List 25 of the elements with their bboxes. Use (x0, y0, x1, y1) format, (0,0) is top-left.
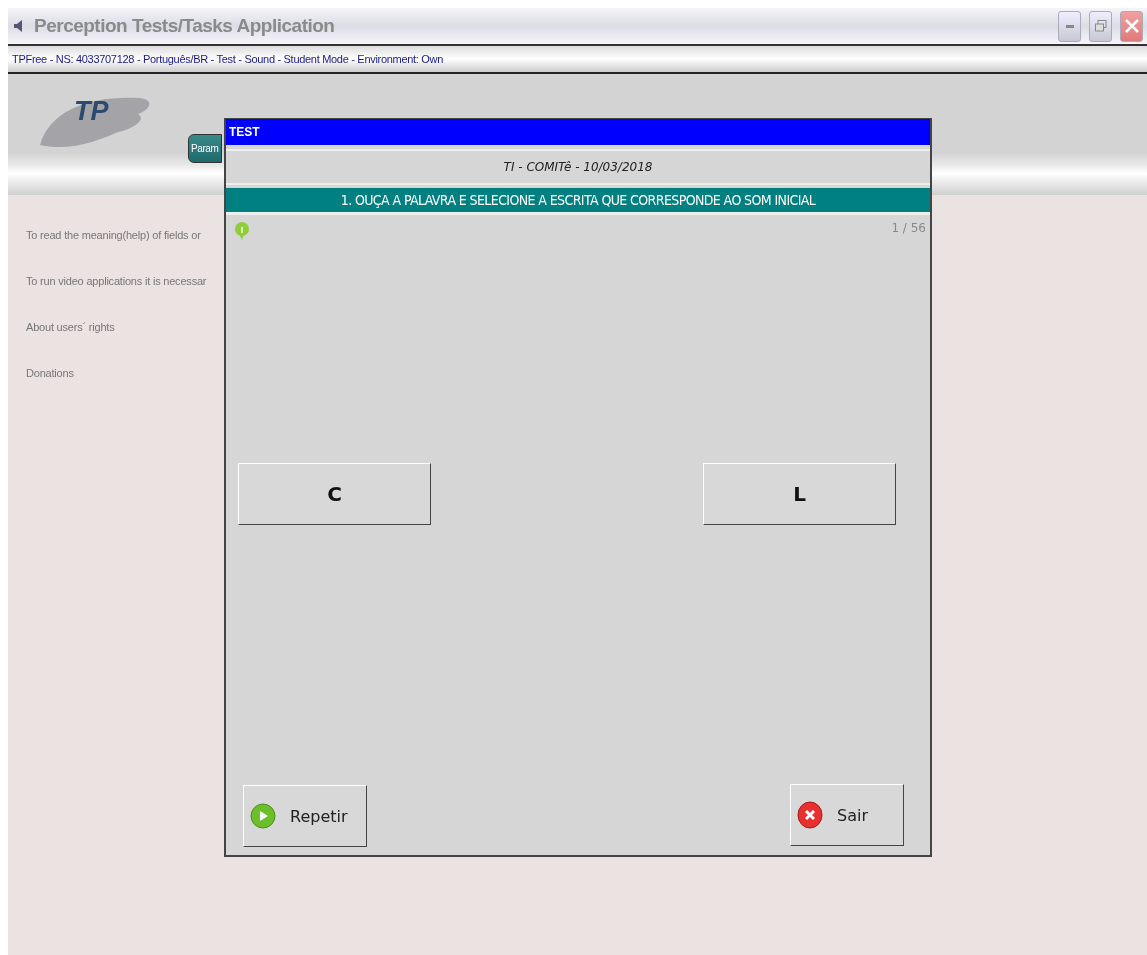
help-link[interactable]: To run video applications it is necessar (26, 273, 224, 290)
tab[interactable]: Param (188, 134, 222, 163)
help-link[interactable]: To read the meaning(help) of fields or (26, 227, 224, 244)
restore-icon (1094, 20, 1107, 32)
info-icon (234, 221, 250, 241)
help-link[interactable]: About users´ rights (26, 319, 224, 336)
exit-button[interactable]: Sair (790, 784, 904, 846)
question-text: 1. OUÇA A PALAVRA E SELECIONE A ESCRITA QUE CORRESPONDE AO SOM INICIAL (226, 188, 930, 215)
close-button[interactable] (1120, 10, 1143, 42)
minimize-icon (1065, 24, 1074, 28)
close-icon (797, 801, 823, 829)
play-icon (250, 803, 276, 829)
question-counter: 1 / 56 (891, 221, 926, 235)
logo-text: TP (74, 96, 109, 127)
minimize-button[interactable] (1058, 10, 1081, 42)
answer-button[interactable]: L (703, 463, 896, 525)
status-text: TPFree - NS: 4033707128 - Português/BR - Test - Sound - Student Mode - Environment: Own (12, 53, 444, 65)
answer-button[interactable]: C (238, 463, 431, 525)
dialog-title: TEST (226, 119, 930, 145)
restore-button[interactable] (1089, 10, 1112, 42)
help-link[interactable]: Donations (26, 365, 224, 382)
close-icon (1124, 19, 1139, 33)
window-title: Perception Tests/Tasks Application (34, 15, 336, 37)
dialog-subtitle: TI - COMITê - 10/03/2018 (226, 149, 930, 185)
repeat-button[interactable]: Repetir (243, 785, 367, 847)
